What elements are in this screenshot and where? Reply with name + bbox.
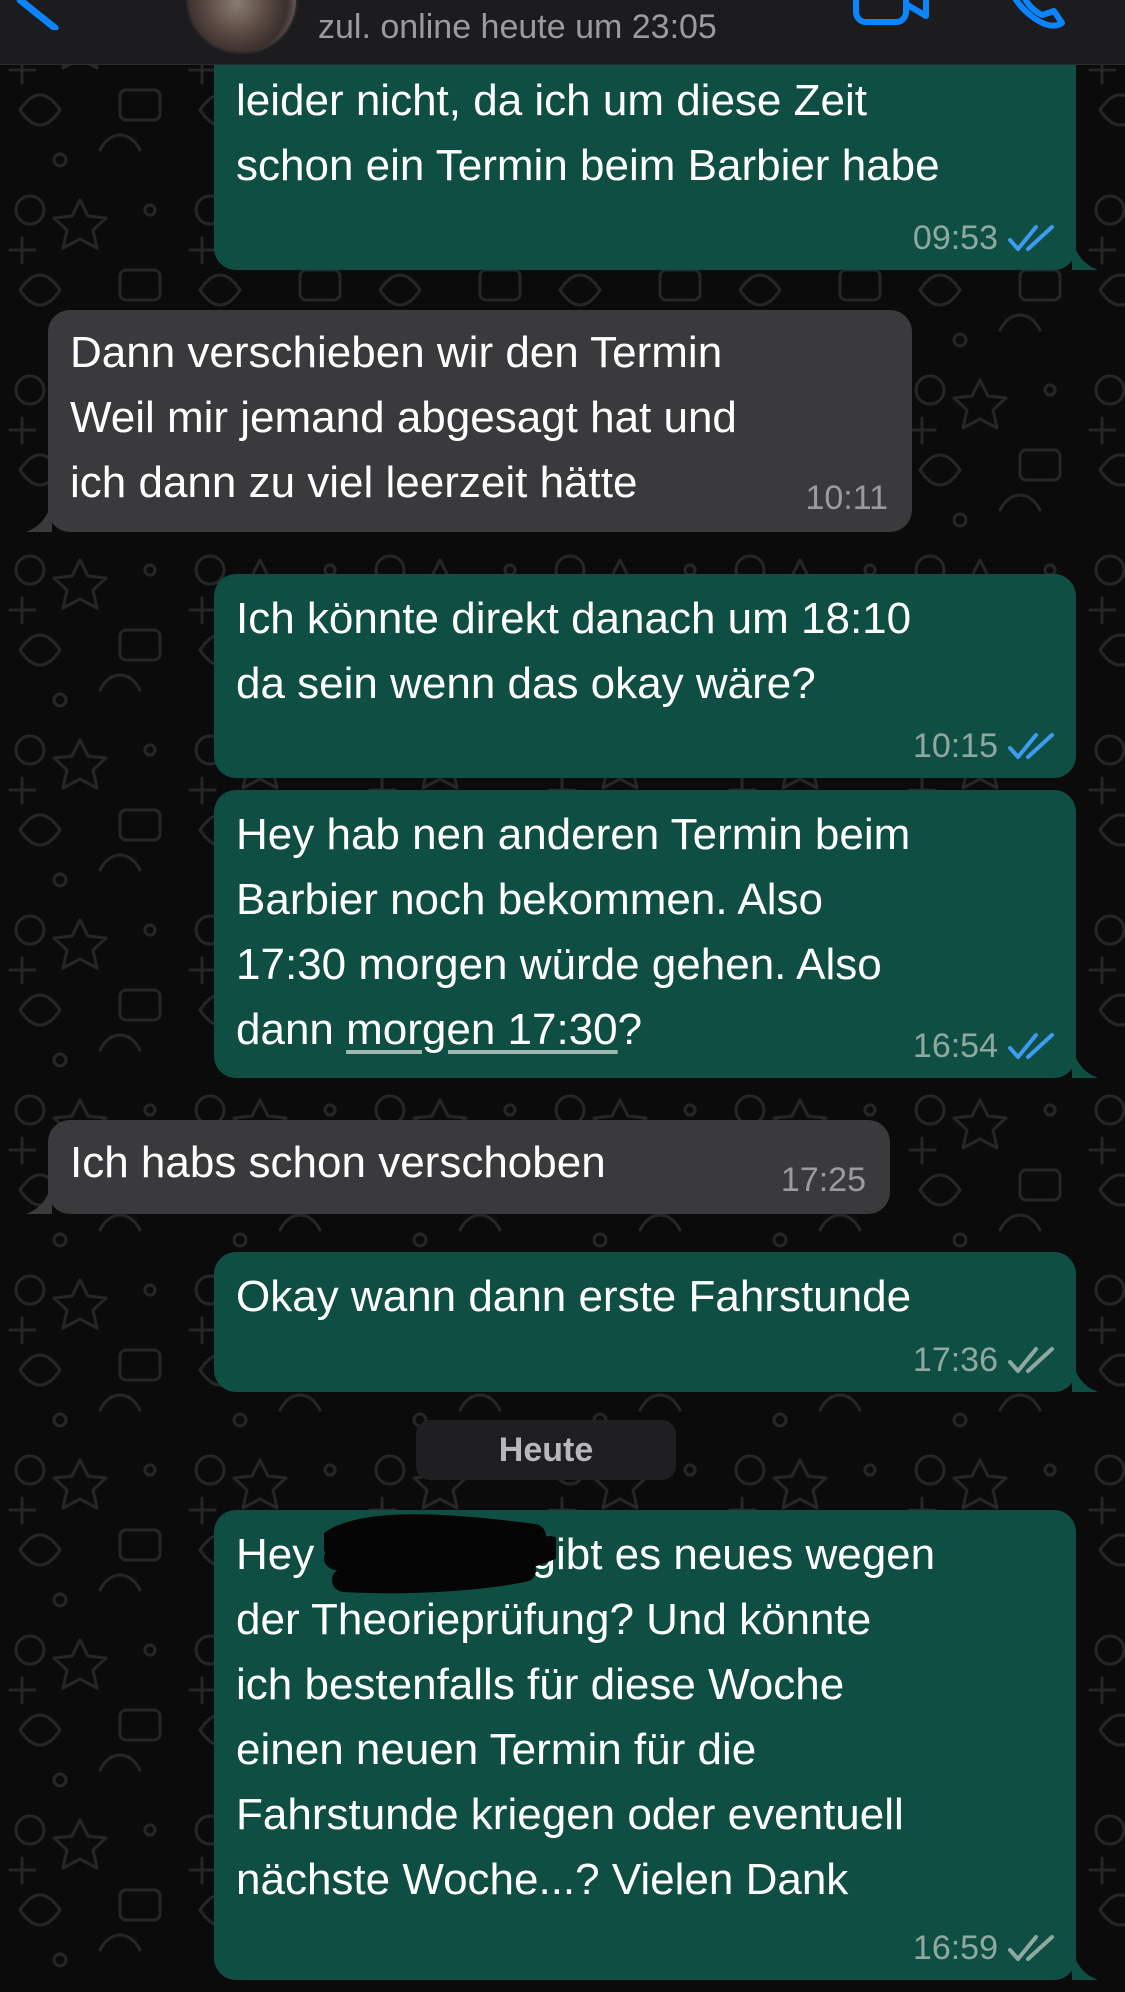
message-text: Ich könnte direkt danach um 18:10 da sei…: [236, 594, 912, 708]
message-line: der Theorieprüfung? Und könnte ich beste…: [236, 1595, 904, 1904]
double-check-delivered-icon: [1008, 1347, 1054, 1373]
message-bubble-outgoing[interactable]: leider nicht, da ich um diese Zeit schon…: [214, 56, 1098, 270]
bubble-tail: [1072, 1044, 1098, 1078]
back-arrow-icon[interactable]: [0, 0, 70, 30]
message-meta: 17:25: [781, 1160, 866, 1200]
message-time: 09:53: [912, 219, 998, 257]
bubble-tail: [1072, 1358, 1098, 1392]
video-call-icon[interactable]: [850, 0, 930, 30]
message-time: 10:11: [805, 479, 888, 517]
message-meta: 16:54: [913, 1026, 1056, 1066]
message-line: 17:30 morgen würde gehen. Also: [236, 940, 882, 989]
phone-call-icon[interactable]: [1000, 0, 1070, 30]
message-text: leider nicht, da ich um diese Zeit schon…: [236, 76, 940, 190]
double-check-read-icon: [1008, 1033, 1054, 1059]
message-time: 17:36: [912, 1341, 998, 1379]
message-bubble-outgoing[interactable]: Hey hab nen anderen Termin beim Barbier n…: [214, 790, 1098, 1078]
message-time: 10:15: [912, 727, 998, 765]
message-time: 16:54: [912, 1027, 998, 1065]
message-line: dann: [236, 1005, 347, 1054]
message-meta: 17:36: [913, 1340, 1056, 1380]
message-text: Ich habs schon verschoben: [70, 1138, 606, 1187]
message-bubble-incoming[interactable]: Dann verschieben wir den Termin Weil mir…: [26, 310, 912, 532]
double-check-delivered-icon: [1008, 1935, 1054, 1961]
chat-header: zul. online heute um 23:05: [0, 0, 1125, 65]
bubble-tail: [1072, 1946, 1098, 1980]
message-text: Hey hab nen anderen Termin beim Barbier n…: [236, 802, 1056, 1062]
message-meta: 10:11: [805, 478, 888, 518]
double-check-read-icon: [1008, 225, 1054, 251]
message-line: Hey: [236, 1530, 327, 1579]
message-text: Dann verschieben wir den Termin Weil mir…: [70, 328, 737, 507]
double-check-read-icon: [1008, 733, 1054, 759]
message-meta: 10:15: [913, 726, 1056, 766]
date-link[interactable]: morgen 17:30: [346, 1005, 618, 1054]
contact-avatar[interactable]: [186, 0, 298, 54]
message-meta: 09:53: [913, 218, 1056, 258]
message-line: Barbier noch bekommen. Also: [236, 875, 823, 924]
bubble-tail: [26, 1180, 52, 1214]
message-time: 17:25: [780, 1161, 866, 1199]
bubble-tail: [26, 498, 52, 532]
message-bubble-outgoing[interactable]: Ich könnte direkt danach um 18:10 da sei…: [214, 574, 1076, 778]
message-time: 16:59: [912, 1929, 998, 1967]
day-separator: Heute: [416, 1420, 676, 1480]
message-line: gibt es neues wegen: [531, 1530, 936, 1579]
message-meta: 16:59: [913, 1928, 1056, 1968]
last-seen-status: zul. online heute um 23:05: [318, 8, 717, 46]
message-bubble-outgoing[interactable]: Okay wann dann erste Fahrstunde 17:36: [214, 1252, 1098, 1392]
message-bubble-incoming[interactable]: Ich habs schon verschoben 17:25: [26, 1120, 890, 1214]
message-line: ?: [617, 1005, 643, 1054]
message-text: Okay wann dann erste Fahrstunde: [236, 1272, 912, 1321]
message-line: Hey hab nen anderen Termin beim: [236, 810, 911, 859]
redaction-scribble: [324, 1514, 556, 1594]
bubble-tail: [1072, 236, 1098, 270]
